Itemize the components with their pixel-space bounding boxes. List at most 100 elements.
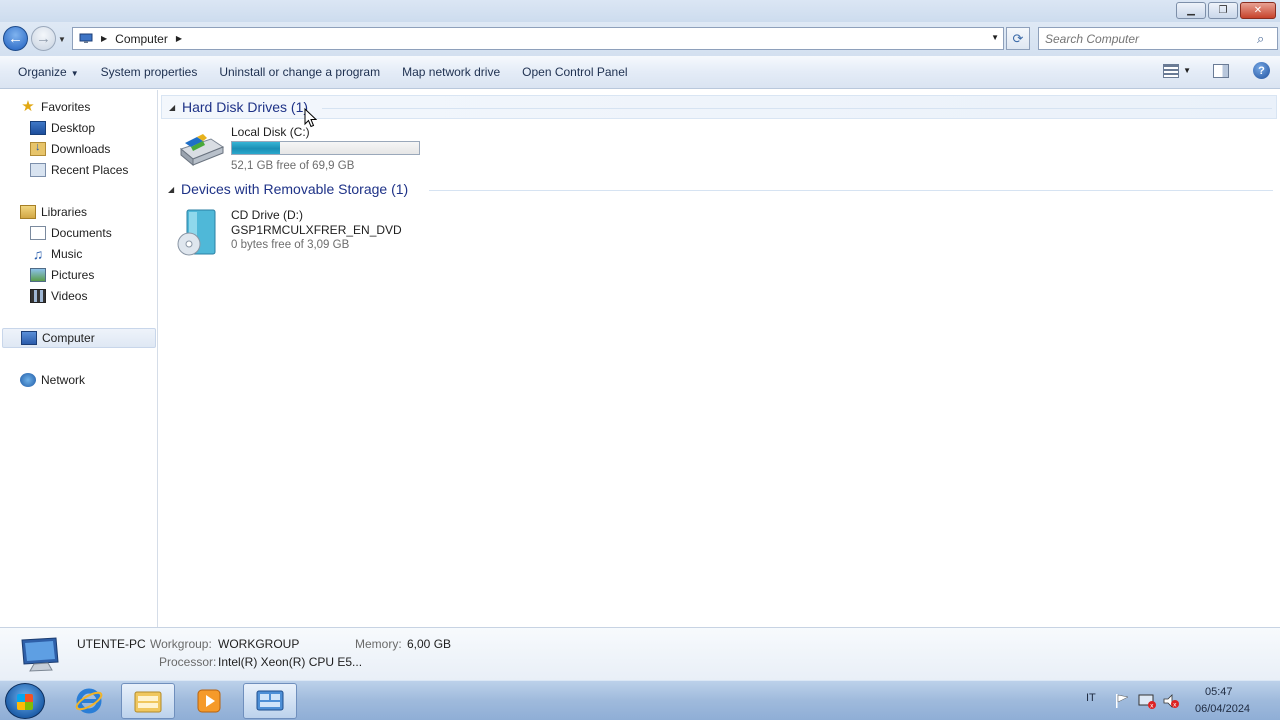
computer-name: UTENTE-PC <box>77 637 146 651</box>
nav-desktop[interactable]: Desktop <box>30 118 95 138</box>
close-icon[interactable]: ✕ <box>1240 2 1276 19</box>
nav-pictures[interactable]: Pictures <box>30 265 94 285</box>
command-bar: Organize ▼ System properties Uninstall or… <box>0 56 1280 89</box>
change-view-icon[interactable] <box>1163 63 1180 78</box>
network-icon <box>20 373 36 387</box>
workgroup-label: Workgroup: <box>150 637 212 651</box>
removable-storage-group[interactable]: ◢ Devices with Removable Storage (1) <box>161 178 1277 202</box>
cd-drive-name: CD Drive (D:) <box>231 208 303 222</box>
windows-logo-icon <box>17 694 33 710</box>
mouse-cursor-icon <box>304 108 317 128</box>
nav-pictures-label: Pictures <box>51 268 95 282</box>
system-properties-button[interactable]: System properties <box>91 61 208 83</box>
breadcrumb-computer[interactable]: Computer <box>115 32 168 46</box>
address-dropdown-icon[interactable]: ▼ <box>991 33 999 42</box>
processor-label: Processor: <box>159 655 217 669</box>
cd-drive-free-space: 0 bytes free of 3,09 GB <box>231 239 350 251</box>
system-tray: IT x x 05:47 06/04/2024 <box>1080 681 1280 720</box>
documents-icon <box>30 226 46 240</box>
breadcrumb-chevron-icon[interactable]: ▶ <box>176 34 182 43</box>
nav-music-label: Music <box>51 247 83 261</box>
search-icon[interactable]: ⌕ <box>1257 31 1273 47</box>
local-disk-c[interactable]: Local Disk (C:) 52,1 GB free of 69,9 GB <box>177 125 437 173</box>
local-disk-free-space: 52,1 GB free of 69,9 GB <box>231 160 355 172</box>
desktop-icon <box>30 121 46 135</box>
recent-places-icon <box>30 163 46 177</box>
open-control-panel-button[interactable]: Open Control Panel <box>512 61 637 83</box>
refresh-icon[interactable]: ⟳ <box>1006 27 1030 50</box>
preview-pane-icon[interactable] <box>1213 63 1229 78</box>
taskbar-windows-explorer[interactable] <box>121 683 175 719</box>
nav-network[interactable]: Network <box>20 370 85 390</box>
address-bar[interactable]: ▶ Computer ▶ ▼ <box>72 27 1004 50</box>
search-box[interactable]: ⌕ <box>1038 27 1278 50</box>
nav-favorites-label: Favorites <box>41 100 91 114</box>
restore-icon[interactable]: ❐ <box>1208 2 1238 19</box>
taskbar-control-panel[interactable] <box>243 683 297 719</box>
volume-muted-icon[interactable]: x <box>1162 693 1180 709</box>
nav-libraries[interactable]: Libraries <box>20 202 87 222</box>
computer-monitor-icon <box>21 637 59 672</box>
forward-arrow-icon[interactable]: → <box>31 26 56 51</box>
hard-disk-drives-group[interactable]: ◢ Hard Disk Drives (1) <box>161 95 1277 119</box>
history-dropdown-icon[interactable]: ▼ <box>58 35 66 44</box>
start-button[interactable] <box>5 683 45 719</box>
uninstall-program-button[interactable]: Uninstall or change a program <box>209 61 390 83</box>
workgroup-value: WORKGROUP <box>218 637 300 651</box>
view-controls: ▼ ? <box>1163 62 1270 79</box>
removable-storage-title: Devices with Removable Storage (1) <box>181 181 409 197</box>
clock-date[interactable]: 06/04/2024 <box>1195 703 1250 715</box>
taskbar-internet-explorer[interactable] <box>62 683 116 719</box>
nav-network-label: Network <box>41 373 86 387</box>
group-divider <box>429 190 1273 191</box>
taskbar: IT x x 05:47 06/04/2024 <box>0 680 1280 720</box>
hard-drive-icon <box>179 134 225 167</box>
nav-videos-label: Videos <box>51 289 88 303</box>
nav-recent-places[interactable]: Recent Places <box>30 160 128 180</box>
disk-usage-bar <box>231 141 420 155</box>
svg-text:x: x <box>1173 702 1177 709</box>
network-status-icon[interactable]: x <box>1138 693 1156 709</box>
view-options-dropdown-icon[interactable]: ▼ <box>1183 66 1191 75</box>
organize-button[interactable]: Organize ▼ <box>8 61 89 83</box>
nav-favorites[interactable]: ★ Favorites <box>20 97 90 117</box>
search-input[interactable] <box>1045 31 1257 46</box>
disk-usage-fill <box>232 142 280 154</box>
navigation-pane: ★ Favorites Desktop Downloads Recent Pla… <box>0 90 158 627</box>
nav-downloads[interactable]: Downloads <box>30 139 110 159</box>
nav-computer[interactable]: Computer <box>2 328 156 348</box>
details-pane: UTENTE-PC Workgroup: WORKGROUP Memory: 6… <box>0 627 1280 680</box>
breadcrumb-separator-icon[interactable]: ▶ <box>101 34 107 43</box>
nav-computer-label: Computer <box>42 331 95 345</box>
clock-time[interactable]: 05:47 <box>1205 686 1233 698</box>
organize-label: Organize <box>18 65 67 79</box>
memory-label: Memory: <box>355 637 402 651</box>
map-network-drive-button[interactable]: Map network drive <box>392 61 510 83</box>
help-icon[interactable]: ? <box>1253 62 1270 79</box>
star-icon: ★ <box>21 98 35 115</box>
computer-icon <box>79 33 93 43</box>
folder-icon <box>134 691 162 713</box>
cd-drive-volume-label: GSP1RMCULXFRER_EN_DVD <box>231 223 402 237</box>
libraries-icon <box>20 205 36 219</box>
nav-downloads-label: Downloads <box>51 142 111 156</box>
taskbar-media-player[interactable] <box>182 683 236 719</box>
nav-videos[interactable]: Videos <box>30 286 87 306</box>
back-arrow-icon[interactable]: ← <box>3 26 28 51</box>
collapse-triangle-icon[interactable]: ◢ <box>169 103 175 112</box>
content-area: ◢ Hard Disk Drives (1) Local Disk (C:) 5… <box>159 90 1280 627</box>
pictures-icon <box>30 268 46 282</box>
action-center-flag-icon[interactable] <box>1114 693 1130 709</box>
nav-documents-label: Documents <box>51 226 112 240</box>
cd-drive-d[interactable]: CD Drive (D:) GSP1RMCULXFRER_EN_DVD 0 by… <box>177 208 437 260</box>
minimize-icon[interactable]: ▁ <box>1176 2 1206 19</box>
nav-documents[interactable]: Documents <box>30 223 112 243</box>
dvd-disc-icon <box>177 209 216 256</box>
music-icon: ♫ <box>32 246 44 262</box>
collapse-triangle-icon[interactable]: ◢ <box>168 185 174 194</box>
media-player-icon <box>197 689 221 713</box>
language-indicator[interactable]: IT <box>1086 692 1096 704</box>
nav-music[interactable]: ♫ Music <box>30 244 83 264</box>
nav-desktop-label: Desktop <box>51 121 96 135</box>
hard-disk-drives-title: Hard Disk Drives (1) <box>182 99 309 115</box>
